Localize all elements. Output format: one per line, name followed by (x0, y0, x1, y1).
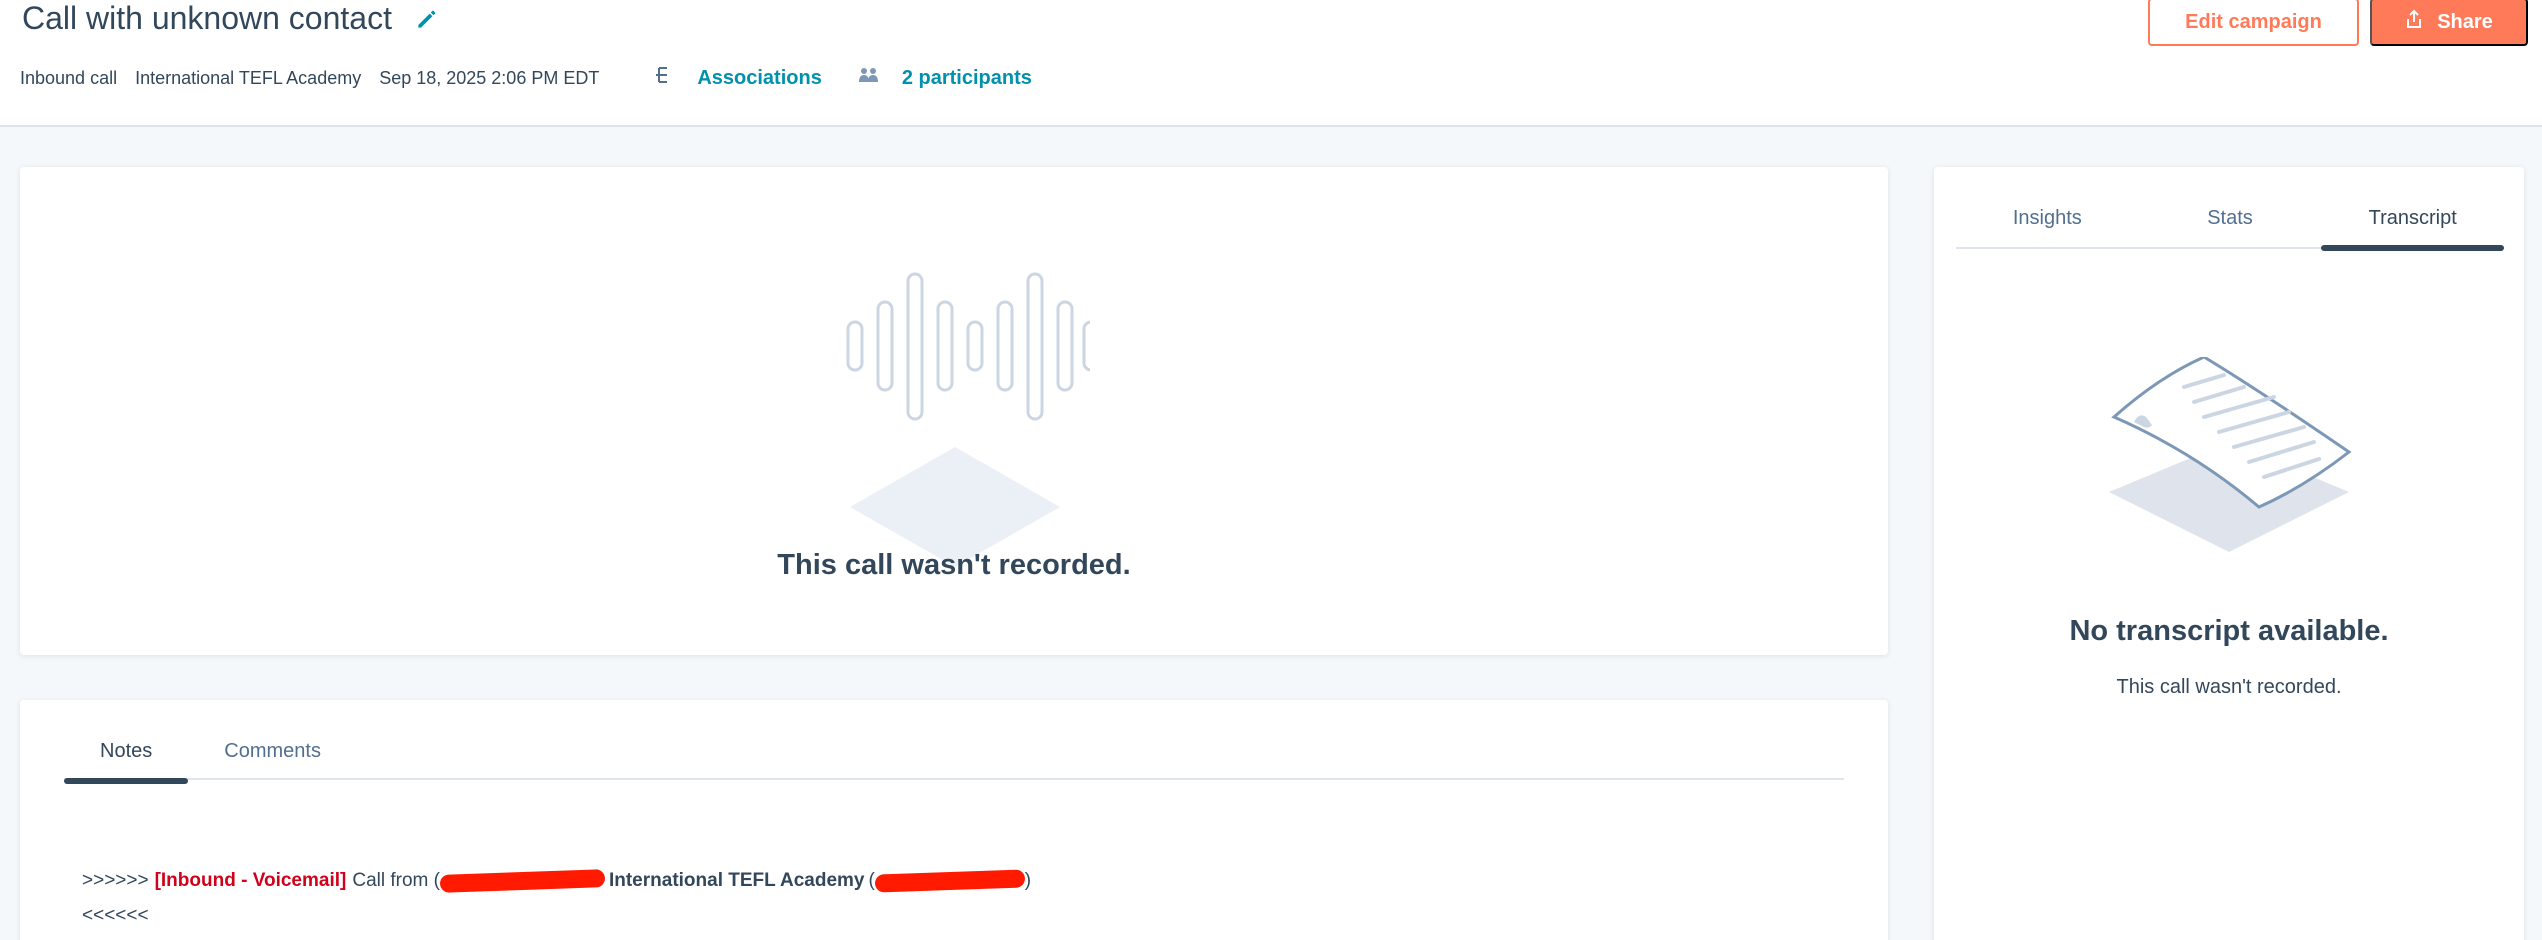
side-panel: Insights Stats Transcript No transcript … (1934, 167, 2524, 940)
record-header: Call with unknown contact Inbound call I… (0, 0, 2542, 127)
tab-insights[interactable]: Insights (1956, 189, 2139, 247)
no-transcript-subtitle: This call wasn't recorded. (2116, 676, 2342, 698)
tab-comments[interactable]: Comments (188, 722, 357, 780)
participants-link[interactable]: 2 participants (858, 66, 1050, 90)
side-tabs: Insights Stats Transcript (1956, 189, 2504, 251)
page-title: Call with unknown contact (22, 0, 392, 36)
note-call-from: Call from ( (352, 870, 440, 891)
not-recorded-message: This call wasn't recorded. (777, 549, 1131, 581)
associations-icon (655, 66, 675, 90)
associations-link[interactable]: Associations (655, 66, 839, 90)
note-open-paren: ( (868, 870, 875, 891)
share-label: Share (2437, 10, 2493, 33)
call-type: Inbound call (20, 67, 118, 88)
call-timestamp: Sep 18, 2025 2:06 PM EDT (379, 67, 600, 88)
redacted-phone (874, 869, 1026, 893)
participants-label: 2 participants (901, 66, 1032, 89)
redacted-name (439, 869, 606, 893)
no-transcript-title: No transcript available. (2069, 615, 2389, 647)
audio-waveform-icon (820, 272, 1100, 577)
note-org: International TEFL Academy (608, 870, 865, 891)
tab-transcript[interactable]: Transcript (2321, 189, 2504, 251)
share-icon (2405, 9, 2423, 35)
transcript-document-icon (2104, 355, 2354, 582)
recording-card: This call wasn't recorded. (20, 167, 1888, 655)
call-meta: Inbound call International TEFL Academy … (20, 66, 1050, 90)
participants-icon (858, 66, 880, 90)
tab-stats[interactable]: Stats (2139, 189, 2322, 247)
edit-campaign-button[interactable]: Edit campaign (2148, 0, 2359, 46)
pencil-icon[interactable] (414, 6, 440, 32)
note-prefix: >>>>>> (82, 870, 149, 891)
notes-tabs: Notes Comments (64, 722, 1844, 784)
page-title-row: Call with unknown contact (22, 0, 440, 37)
share-button[interactable]: Share (2370, 0, 2528, 46)
associations-label: Associations (697, 66, 822, 89)
note-body-line: >>>>>> [Inbound - Voicemail] Call from (… (82, 869, 1032, 893)
note-close: ) (1024, 870, 1032, 891)
voicemail-tag: [Inbound - Voicemail] (154, 870, 347, 891)
note-suffix: <<<<<< (82, 905, 149, 926)
tab-notes[interactable]: Notes (64, 722, 189, 784)
company-name: International TEFL Academy (135, 67, 362, 88)
notes-card: Notes Comments >>>>>> [Inbound - Voicema… (20, 700, 1888, 940)
